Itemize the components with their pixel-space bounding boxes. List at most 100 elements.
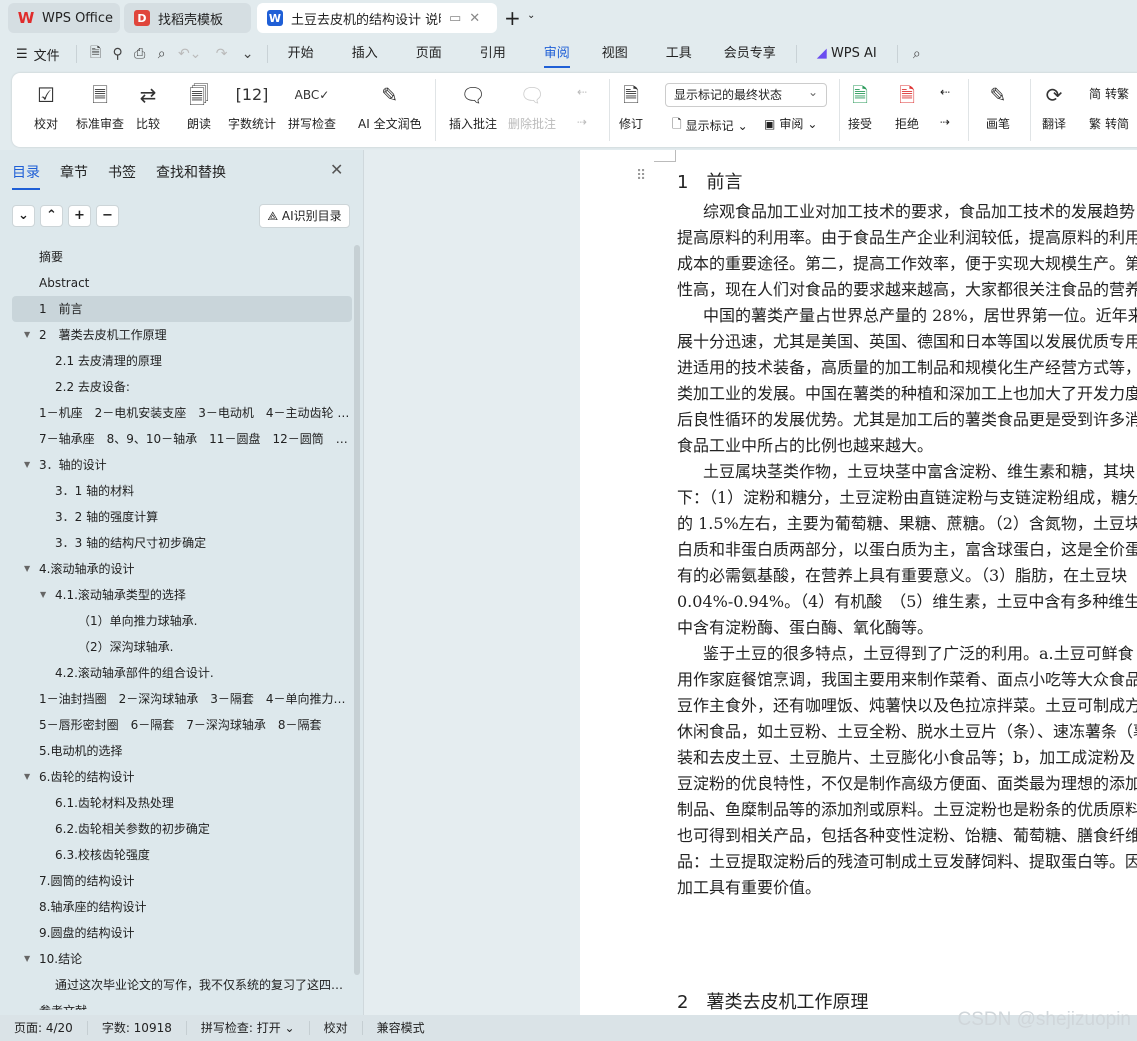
toc-item[interactable]: 5－唇形密封圈 6－隔套 7－深沟球轴承 8－隔套 xyxy=(12,712,352,738)
tab-docer[interactable]: D 找稻壳模板 xyxy=(124,3,251,33)
toc-item[interactable]: ▼ 2 薯类去皮机工作原理 xyxy=(12,322,352,348)
previous-change-icon[interactable]: ⇠ xyxy=(940,85,950,99)
monitor-icon[interactable]: ▭ xyxy=(449,11,461,26)
toc-item[interactable]: 参考文献 xyxy=(12,998,352,1010)
spell-check-button[interactable]: ABC✓ 拼写检查 xyxy=(288,81,336,132)
chevron-down-icon[interactable]: ⌄ xyxy=(527,10,535,21)
menu-insert[interactable]: 插入 xyxy=(340,40,390,68)
panel-scrollbar[interactable] xyxy=(354,245,360,975)
expand-down-button[interactable]: ⌄ xyxy=(12,205,35,227)
toc-item[interactable]: 8.轴承座的结构设计 xyxy=(12,894,352,920)
promote-plus-button[interactable]: + xyxy=(68,205,91,227)
ai-polish-button[interactable]: ✎ AI 全文润色 xyxy=(358,81,422,132)
word-count[interactable]: 字数: 10918 xyxy=(88,1021,187,1035)
toc-item[interactable]: 7－轴承座 8、9、10－轴承 11－圆盘 12－圆筒 13－出料口 xyxy=(12,426,352,452)
insert-comment-button[interactable]: 🗨 插入批注 xyxy=(449,81,497,132)
toc-item[interactable]: 摘要 xyxy=(12,244,352,270)
spell-check-status[interactable]: 拼写检查: 打开 ⌄ xyxy=(187,1021,310,1035)
tab-find-replace[interactable]: 查找和替换 xyxy=(156,162,226,190)
toc-item[interactable]: ▼ 6.齿轮的结构设计 xyxy=(12,764,352,790)
standard-review-button[interactable]: 🗏 标准审查 xyxy=(76,81,124,132)
menu-page[interactable]: 页面 xyxy=(404,40,454,68)
demote-minus-button[interactable]: − xyxy=(96,205,119,227)
close-panel-icon[interactable]: ✕ xyxy=(330,160,343,179)
pen-button[interactable]: ✎ 画笔 xyxy=(986,81,1010,132)
print-preview-icon[interactable]: ⌕ xyxy=(151,46,173,62)
to-traditional-button[interactable]: 简转繁 xyxy=(1089,85,1129,102)
toc-item[interactable]: 7.圆筒的结构设计 xyxy=(12,868,352,894)
collapse-arrow-icon[interactable]: ▼ xyxy=(24,452,30,478)
read-aloud-button[interactable]: 🗐 朗读 xyxy=(187,81,211,132)
delete-comment-button[interactable]: 🗨 删除批注 xyxy=(508,81,556,132)
page-indicator[interactable]: 页面: 4/20 xyxy=(0,1021,88,1035)
toc-item[interactable]: 6.1.齿轮材料及热处理 xyxy=(12,790,352,816)
next-change-icon[interactable]: ⇢ xyxy=(940,115,950,129)
menu-review[interactable]: 审阅 xyxy=(532,40,582,68)
show-markup-button[interactable]: 🗋 显示标记 ⌄ xyxy=(672,115,748,136)
menu-wps-ai[interactable]: ◢ WPS AI xyxy=(805,40,889,68)
to-simplified-button[interactable]: 繁转简 xyxy=(1089,115,1129,132)
toc-item[interactable]: 3．1 轴的材料 xyxy=(12,478,352,504)
tab-sections[interactable]: 章节 xyxy=(60,162,88,190)
toc-item[interactable]: （2）深沟球轴承. xyxy=(12,634,352,660)
track-changes-button[interactable]: 🗎 修订 xyxy=(619,81,643,132)
toc-item[interactable]: ▼ 4.1.滚动轴承类型的选择 xyxy=(12,582,352,608)
collapse-arrow-icon[interactable]: ▼ xyxy=(40,582,46,608)
more-chevron-icon[interactable]: ⌄ xyxy=(237,46,259,62)
proofread-status[interactable]: 校对 xyxy=(310,1021,363,1035)
menu-reference[interactable]: 引用 xyxy=(468,40,518,68)
accept-button[interactable]: 🗎 接受 xyxy=(848,81,872,132)
menu-start[interactable]: 开始 xyxy=(276,40,326,68)
toc-item[interactable]: 2.2 去皮设备: xyxy=(12,374,352,400)
new-tab-plus-icon[interactable]: + xyxy=(504,6,521,30)
collapse-arrow-icon[interactable]: ▼ xyxy=(24,322,30,348)
toc-item[interactable]: 3．2 轴的强度计算 xyxy=(12,504,352,530)
tab-toc[interactable]: 目录 xyxy=(12,162,40,190)
translate-button[interactable]: ⟳ 翻译 xyxy=(1042,81,1066,132)
reject-button[interactable]: 🗎 拒绝 xyxy=(895,81,919,132)
tab-bookmarks[interactable]: 书签 xyxy=(108,162,136,190)
word-count-button[interactable]: [12] 字数统计 xyxy=(228,81,276,132)
toc-item[interactable]: （1）单向推力球轴承. xyxy=(12,608,352,634)
print-icon[interactable]: ⎙ xyxy=(129,46,151,62)
save-icon[interactable]: 🗎 xyxy=(85,42,107,66)
drag-handle-icon[interactable]: ⠿ xyxy=(636,168,646,184)
markup-display-select[interactable]: 显示标记的最终状态 xyxy=(665,81,827,107)
toc-item[interactable]: 5.电动机的选择 xyxy=(12,738,352,764)
menu-tools[interactable]: 工具 xyxy=(654,40,704,68)
close-icon[interactable]: ✕ xyxy=(469,11,480,26)
proofread-button[interactable]: ☑ 校对 xyxy=(34,81,58,132)
collapse-up-button[interactable]: ⌃ xyxy=(40,205,63,227)
tab-document[interactable]: W 土豆去皮机的结构设计 说明书 ▭ ✕ xyxy=(257,3,497,33)
format-painter-icon[interactable]: ⚲ xyxy=(107,46,129,62)
ai-recognize-toc-button[interactable]: ⟁ AI识别目录 xyxy=(259,204,350,228)
menu-member[interactable]: 会员专享 xyxy=(712,40,788,68)
previous-comment-icon[interactable]: ⇠ xyxy=(577,85,587,99)
toc-item[interactable]: 1－油封挡圈 2－深沟球轴承 3－隔套 4－单向推力球轴承 xyxy=(12,686,352,712)
collapse-arrow-icon[interactable]: ▼ xyxy=(24,764,30,790)
hamburger-icon[interactable]: ☰ xyxy=(0,47,34,62)
redo-icon[interactable]: ↷ xyxy=(207,46,237,62)
toc-item[interactable]: 4.2.滚动轴承部件的组合设计. xyxy=(12,660,352,686)
toc-item[interactable]: 6.3.校核齿轮强度 xyxy=(12,842,352,868)
compare-button[interactable]: ⇄ 比较 xyxy=(136,81,160,132)
toc-item[interactable]: 3．3 轴的结构尺寸初步确定 xyxy=(12,530,352,556)
toc-item[interactable]: 6.2.齿轮相关参数的初步确定 xyxy=(12,816,352,842)
menu-file[interactable]: 文件 xyxy=(34,45,68,64)
toc-item[interactable]: 1 前言 xyxy=(12,296,352,322)
toc-item[interactable]: ▼ 10.结论 xyxy=(12,946,352,972)
search-icon[interactable]: ⌕ xyxy=(906,46,928,62)
toc-item[interactable]: 9.圆盘的结构设计 xyxy=(12,920,352,946)
toc-item[interactable]: 1－机座 2－电机安装支座 3－电动机 4－主动齿轮 5－从动齿轮 xyxy=(12,400,352,426)
toc-item[interactable]: 通过这次毕业论文的写作，我不仅系统的复习了这四年所学 xyxy=(12,972,352,998)
next-comment-icon[interactable]: ⇢ xyxy=(577,115,587,129)
toc-item[interactable]: 2.1 去皮清理的原理 xyxy=(12,348,352,374)
collapse-arrow-icon[interactable]: ▼ xyxy=(24,556,30,582)
toc-item[interactable]: Abstract xyxy=(12,270,352,296)
collapse-arrow-icon[interactable]: ▼ xyxy=(24,946,30,972)
toc-item[interactable]: ▼ 4.滚动轴承的设计 xyxy=(12,556,352,582)
review-pane-button[interactable]: ▣ 审阅 ⌄ xyxy=(764,115,817,132)
toc-item[interactable]: ▼ 3．轴的设计 xyxy=(12,452,352,478)
undo-icon[interactable]: ↶⌄ xyxy=(173,46,207,62)
menu-view[interactable]: 视图 xyxy=(590,40,640,68)
